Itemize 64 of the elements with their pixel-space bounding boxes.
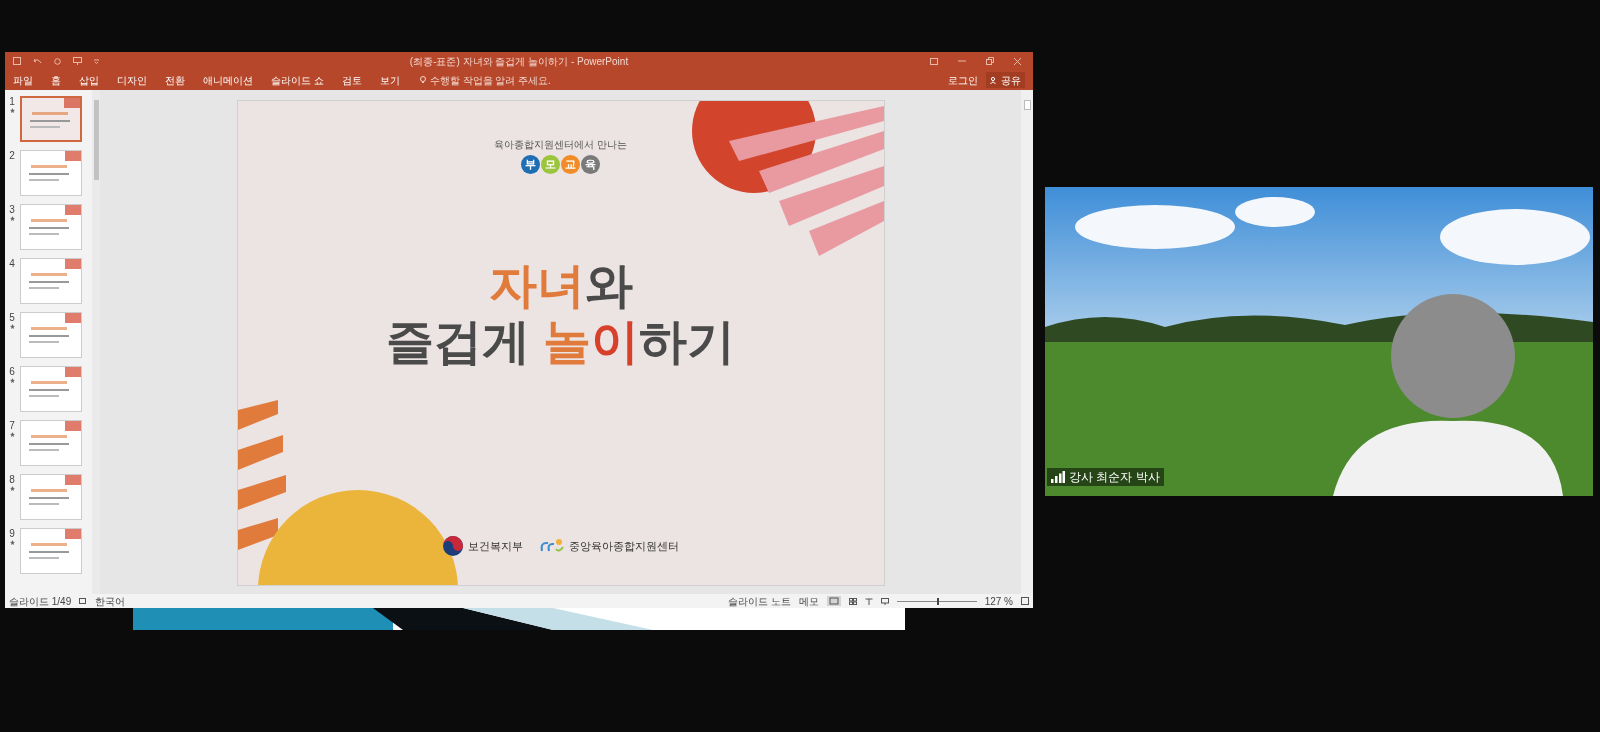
sorter-view-icon[interactable] <box>848 597 857 605</box>
language-label[interactable]: 한국어 <box>95 593 126 609</box>
signal-icon <box>1051 471 1065 483</box>
notes-button[interactable]: 슬라이드 노트 <box>727 593 791 609</box>
slide-thumbnail[interactable] <box>20 474 82 520</box>
scrollbar[interactable] <box>1021 90 1033 594</box>
slide-number: 6 <box>9 366 15 378</box>
slideshow-icon[interactable] <box>880 597 889 605</box>
slide-thumbnail[interactable] <box>20 258 82 304</box>
slide-number: 7 <box>9 420 15 432</box>
person-icon <box>990 76 997 84</box>
close-icon[interactable] <box>1014 57 1021 65</box>
slide-subtitle: 육아종합지원센터에서 만나는 <box>494 138 627 152</box>
redo-icon[interactable] <box>54 57 61 65</box>
slide-number: 5 <box>9 312 15 324</box>
slide-thumbnail[interactable] <box>20 96 82 142</box>
ribbon-tab[interactable]: 보기 <box>379 72 400 88</box>
slide-number: 2 <box>9 150 15 162</box>
ribbon-tab[interactable]: 삽입 <box>79 72 99 88</box>
share-button[interactable]: 공유 <box>986 72 1025 88</box>
ribbon-tab[interactable]: 슬라이드 쇼 <box>271 72 324 88</box>
slide-number: 8 <box>9 474 15 486</box>
center-logo-icon <box>539 537 565 555</box>
ribbon-display-icon[interactable] <box>930 57 938 65</box>
center-logo-text: 중앙육아종합지원센터 <box>569 538 679 554</box>
slide-thumbnail[interactable] <box>20 150 82 196</box>
slide-number: 4 <box>9 258 15 270</box>
slide-thumbnail[interactable] <box>20 420 82 466</box>
save-icon[interactable] <box>13 57 21 65</box>
reading-view-icon[interactable] <box>864 597 873 605</box>
slide-title: 자녀와 <box>488 262 633 310</box>
ribbon-tab[interactable]: 파일 <box>13 72 33 88</box>
lightbulb-icon <box>419 76 426 84</box>
slide-number: 1 <box>9 96 15 108</box>
slide-title: 즐겁게 놀이하기 <box>385 318 736 366</box>
ministry-logo-text: 보건복지부 <box>468 538 523 554</box>
slide-number: 3 <box>9 204 15 216</box>
ribbon-tab[interactable]: 디자인 <box>117 72 147 88</box>
tell-me-field[interactable]: 수행할 작업을 알려 주세요. <box>419 72 590 88</box>
slide-thumbnail[interactable] <box>20 366 82 412</box>
ribbon-tab[interactable]: 애니메이션 <box>203 72 253 88</box>
window-title: (최종-표준) 자녀와 즐겁게 놀이하기 - PowerPoint <box>408 54 630 69</box>
login-button[interactable]: 로그인 <box>948 72 978 88</box>
spelling-icon[interactable] <box>79 597 88 605</box>
restore-icon[interactable] <box>986 57 994 65</box>
fit-slide-icon[interactable] <box>1021 597 1029 605</box>
zoom-level[interactable]: 127 % <box>984 593 1013 609</box>
ribbon-tab[interactable]: 홈 <box>51 72 61 88</box>
undo-icon[interactable] <box>33 57 42 65</box>
ribbon-tab[interactable]: 검토 <box>341 72 362 88</box>
slide-number: 9 <box>9 528 15 540</box>
emblem-icon <box>442 535 464 557</box>
normal-view-icon[interactable] <box>826 596 841 606</box>
customize-icon[interactable] <box>94 58 99 64</box>
scrollbar[interactable] <box>92 90 100 594</box>
slide-thumbnail[interactable] <box>20 204 82 250</box>
slide-counter: 슬라이드 1/49 <box>9 594 72 609</box>
slide-thumbnail[interactable] <box>20 528 82 574</box>
ribbon-tab[interactable]: 전환 <box>165 72 185 88</box>
participant-name: 강사 최순자 박사 <box>1069 469 1160 486</box>
comments-button[interactable]: 메모 <box>798 593 819 609</box>
zoom-slider-thumb[interactable] <box>936 597 939 605</box>
slide-thumbnail[interactable] <box>20 312 82 358</box>
presentation-icon[interactable] <box>73 57 82 65</box>
